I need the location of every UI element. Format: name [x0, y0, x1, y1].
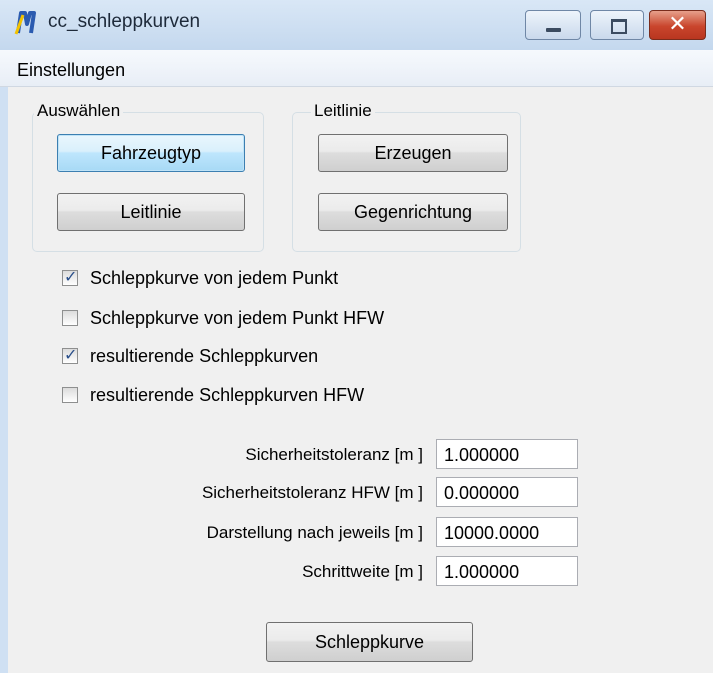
label-sicherheitstoleranz-hfw: Sicherheitstoleranz HFW [m ]	[201, 483, 423, 502]
input-schrittweite[interactable]	[436, 556, 578, 586]
application-window: cc_schleppkurven ✕ Einstellungen Auswähl…	[0, 0, 713, 673]
checkbox-schleppkurve-punkt-hfw[interactable]	[62, 310, 78, 326]
close-icon: ✕	[668, 12, 687, 37]
label-schrittweite: Schrittweite [m ]	[302, 562, 423, 581]
check-icon: ✓	[64, 345, 78, 364]
minimize-icon	[546, 28, 561, 32]
input-sicherheitstoleranz[interactable]	[436, 439, 578, 469]
menu-einstellungen[interactable]: Einstellungen	[17, 60, 125, 81]
maximize-button[interactable]	[590, 10, 644, 40]
checkbox-resultierende-hfw[interactable]	[62, 387, 78, 403]
input-sicherheitstoleranz-hfw[interactable]	[436, 477, 578, 507]
window-title: cc_schleppkurven	[48, 11, 201, 32]
checkbox-schleppkurve-punkt[interactable]: ✓	[62, 267, 78, 286]
group-auswaehlen-label: Auswählen	[34, 101, 124, 121]
fahrzeugtyp-button[interactable]: Fahrzeugtyp	[57, 134, 245, 172]
erzeugen-button[interactable]: Erzeugen	[318, 134, 508, 172]
checkbox-resultierende[interactable]: ✓	[62, 345, 78, 364]
leitlinie-select-button[interactable]: Leitlinie	[57, 193, 245, 231]
check-icon: ✓	[64, 267, 78, 286]
group-leitlinie-label: Leitlinie	[311, 101, 375, 121]
input-darstellung[interactable]	[436, 517, 578, 547]
minimize-button[interactable]	[525, 10, 581, 40]
label-darstellung: Darstellung nach jeweils [m ]	[206, 523, 423, 542]
label-sicherheitstoleranz: Sicherheitstoleranz [m ]	[245, 445, 423, 464]
schleppkurve-button[interactable]: Schleppkurve	[266, 622, 473, 662]
app-logo-icon	[14, 11, 36, 35]
dialog-client-area: Auswählen Fahrzeugtyp Leitlinie Leitlini…	[8, 87, 713, 673]
group-leitlinie	[292, 112, 521, 252]
gegenrichtung-button[interactable]: Gegenrichtung	[318, 193, 508, 231]
menu-bar: Einstellungen	[0, 50, 713, 87]
title-bar[interactable]: cc_schleppkurven ✕	[0, 0, 713, 50]
maximize-icon	[611, 19, 627, 34]
close-button[interactable]: ✕	[649, 10, 706, 40]
group-auswaehlen	[32, 112, 264, 252]
